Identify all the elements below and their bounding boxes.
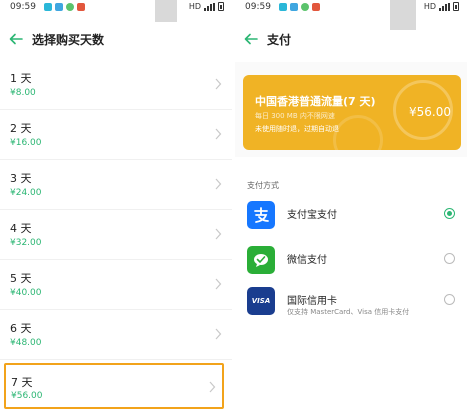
app-notification-icon [44, 3, 52, 11]
plan-description: 每日 300 MB 内不限网速 [255, 112, 335, 120]
page-title: 选择购买天数 [32, 33, 105, 47]
plan-price: ¥56.00 [409, 105, 451, 119]
day-price: ¥48.00 [10, 338, 42, 348]
signal-icon [439, 2, 450, 11]
top-bar: 支付 [235, 28, 467, 52]
app-notification-icon [55, 3, 63, 11]
status-right: HD [424, 2, 459, 11]
network-type: HD [423, 2, 436, 11]
status-bar: 09:59 HD [0, 0, 232, 22]
day-label: 4 天 [10, 222, 32, 235]
day-label: 6 天 [10, 322, 32, 335]
page-title: 支付 [267, 33, 292, 47]
app-notification-icon [301, 3, 309, 11]
payment-name: 微信支付 [287, 255, 327, 266]
day-option-3[interactable]: 3 天 ¥24.00 [0, 160, 232, 210]
chevron-right-icon [215, 78, 222, 90]
right-screen: 09:59 HD 支付 中国香港普通流量(7 天) ¥56.00 每日 300 … [235, 0, 467, 420]
day-price: ¥32.00 [10, 238, 42, 248]
payment-option-credit-card[interactable]: VISA 国际信用卡 仅支持 MasterCard、Visa 信用卡支付 [235, 282, 467, 322]
radio-unselected[interactable] [444, 294, 455, 305]
app-notification-icon [66, 3, 74, 11]
top-bar: 选择购买天数 [0, 28, 232, 52]
visa-logo-text: VISA [251, 297, 271, 305]
day-option-2[interactable]: 2 天 ¥16.00 [0, 110, 232, 160]
radio-selected[interactable] [444, 208, 455, 219]
payment-note: 仅支持 MasterCard、Visa 信用卡支付 [287, 308, 410, 316]
day-label: 5 天 [10, 272, 32, 285]
chevron-right-icon [215, 128, 222, 140]
day-option-5[interactable]: 5 天 ¥40.00 [0, 260, 232, 310]
payment-option-alipay[interactable]: 支付宝支付 [235, 196, 467, 236]
app-notification-icon [290, 3, 298, 11]
day-option-7-selected[interactable]: 7 天 ¥56.00 [4, 363, 224, 409]
visa-card-icon: VISA [247, 287, 275, 315]
app-notification-icon [77, 3, 85, 11]
left-screen: 09:59 HD 选择购买天数 1 天 ¥8.00 2 天 ¥16.00 3 天… [0, 0, 232, 420]
status-time: 09:59 [10, 2, 36, 12]
order-card: 中国香港普通流量(7 天) ¥56.00 每日 300 MB 内不限网速 未使用… [243, 75, 461, 150]
day-option-4[interactable]: 4 天 ¥32.00 [0, 210, 232, 260]
battery-icon [218, 2, 224, 11]
card-decoration [333, 115, 383, 150]
redacted-block [155, 0, 177, 22]
payment-method-heading: 支付方式 [247, 181, 279, 190]
day-price: ¥8.00 [10, 88, 36, 98]
day-price: ¥16.00 [10, 138, 42, 148]
refund-policy: 未使用随时退，过期自动退 [255, 125, 339, 133]
status-bar: 09:59 HD [235, 0, 467, 30]
chevron-right-icon [215, 328, 222, 340]
day-label: 3 天 [10, 172, 32, 185]
payment-name: 支付宝支付 [287, 210, 337, 221]
chevron-right-icon [215, 228, 222, 240]
back-arrow-icon[interactable] [8, 31, 24, 47]
day-option-6[interactable]: 6 天 ¥48.00 [0, 310, 232, 360]
day-label: 1 天 [10, 72, 32, 85]
day-option-1[interactable]: 1 天 ¥8.00 [0, 60, 232, 110]
network-type: HD [188, 2, 201, 11]
status-time: 09:59 [245, 2, 271, 12]
day-label: 7 天 [11, 376, 33, 389]
notification-icons [279, 3, 320, 11]
payment-option-wechat[interactable]: 微信支付 [235, 241, 467, 281]
radio-unselected[interactable] [444, 253, 455, 264]
chevron-right-icon [215, 178, 222, 190]
battery-icon [453, 2, 459, 11]
chevron-right-icon [209, 381, 216, 393]
day-price: ¥40.00 [10, 288, 42, 298]
alipay-icon [247, 201, 275, 229]
day-label: 2 天 [10, 122, 32, 135]
day-list: 1 天 ¥8.00 2 天 ¥16.00 3 天 ¥24.00 4 天 ¥32.… [0, 60, 232, 360]
app-notification-icon [279, 3, 287, 11]
wechat-icon [247, 246, 275, 274]
day-price: ¥24.00 [10, 188, 42, 198]
notification-icons [44, 3, 85, 11]
signal-icon [204, 2, 215, 11]
payment-name: 国际信用卡 [287, 296, 337, 307]
app-notification-icon [312, 3, 320, 11]
status-right: HD [189, 2, 224, 11]
day-price: ¥56.00 [11, 391, 43, 401]
chevron-right-icon [215, 278, 222, 290]
plan-title: 中国香港普通流量(7 天) [255, 95, 376, 108]
back-arrow-icon[interactable] [243, 31, 259, 47]
redacted-block [390, 0, 416, 30]
